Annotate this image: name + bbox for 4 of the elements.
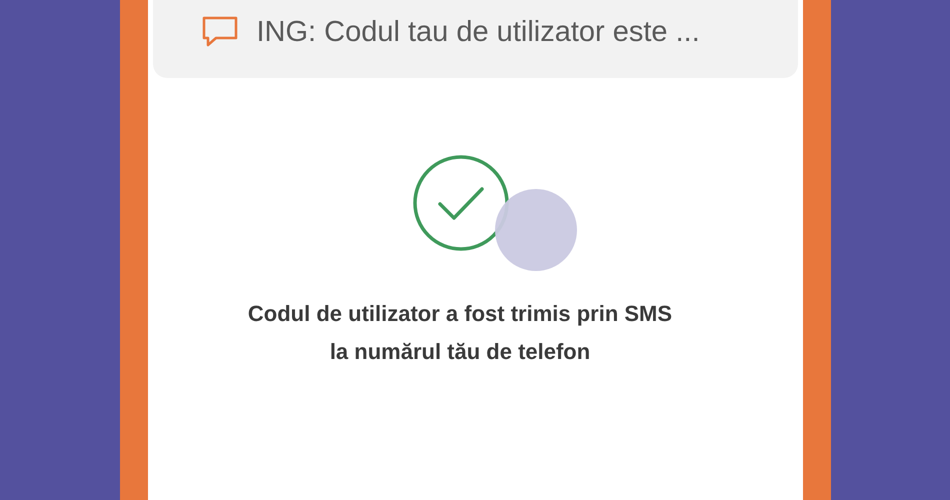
check-icon (413, 155, 509, 251)
chat-bubble-icon (200, 15, 238, 49)
confirmation-message: Codul de utilizator a fost trimis prin SMS la numărul tău de telefon (246, 300, 674, 366)
notification-text: ING: Codul tau de utilizator este ... (256, 16, 700, 48)
